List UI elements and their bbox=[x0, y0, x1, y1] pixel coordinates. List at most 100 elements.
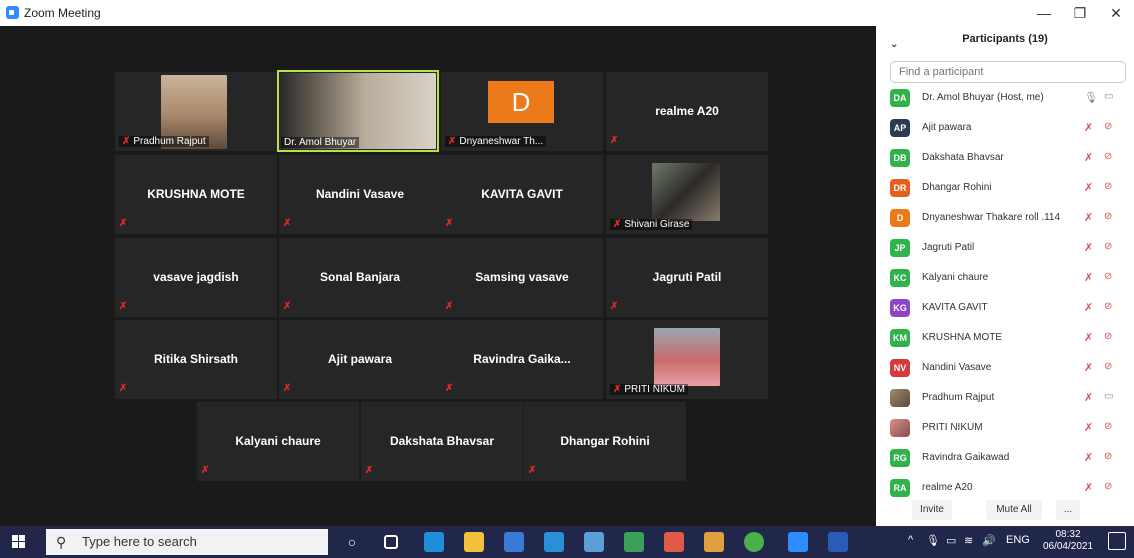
mic-muted-icon[interactable]: ✗ bbox=[1084, 121, 1093, 134]
video-tile[interactable]: Dhangar Rohini ✗ bbox=[524, 402, 686, 481]
mic-muted-icon[interactable]: ✗ bbox=[1084, 241, 1093, 254]
participant-search-input[interactable] bbox=[890, 61, 1126, 83]
video-off-icon[interactable]: ⊘ bbox=[1104, 331, 1112, 342]
video-off-icon[interactable]: ⊘ bbox=[1104, 301, 1112, 312]
mic-muted-icon[interactable]: ✗ bbox=[1084, 331, 1093, 344]
video-icon[interactable]: ▭ bbox=[1104, 91, 1113, 102]
video-off-icon[interactable]: ⊘ bbox=[1104, 211, 1112, 222]
tray-expand-icon[interactable]: ^ bbox=[908, 534, 913, 546]
app-icon[interactable] bbox=[664, 532, 684, 552]
windows-start-icon[interactable] bbox=[12, 535, 26, 549]
mic-muted-icon[interactable]: ✗ bbox=[1084, 301, 1093, 314]
participant-row[interactable]: DR Dhangar Rohini ✗ ⊘ bbox=[890, 177, 1126, 199]
minimize-button[interactable]: — bbox=[1030, 4, 1058, 22]
task-view-icon[interactable] bbox=[384, 535, 398, 549]
participant-row[interactable]: KC Kalyani chaure ✗ ⊘ bbox=[890, 267, 1126, 289]
participant-row[interactable]: AP Ajit pawara ✗ ⊘ bbox=[890, 117, 1126, 139]
participant-row[interactable]: KG KAVITA GAVIT ✗ ⊘ bbox=[890, 297, 1126, 319]
store-icon[interactable] bbox=[504, 532, 524, 552]
participant-row[interactable]: DA Dr. Amol Bhuyar (Host, me) 🎙 ▭ bbox=[890, 87, 1126, 109]
participant-row[interactable]: RG Ravindra Gaikawad ✗ ⊘ bbox=[890, 447, 1126, 469]
tile-name: PRITI NIKUM bbox=[624, 384, 685, 395]
mic-icon[interactable]: 🎙 bbox=[1084, 91, 1098, 104]
app-icon[interactable] bbox=[744, 532, 764, 552]
tile-name: realme A20 bbox=[655, 104, 719, 118]
photos-icon[interactable] bbox=[584, 532, 604, 552]
video-tile[interactable]: Jagruti Patil ✗ bbox=[606, 238, 768, 317]
participant-row[interactable]: JP Jagruti Patil ✗ ⊘ bbox=[890, 237, 1126, 259]
app-icon[interactable] bbox=[624, 532, 644, 552]
mic-muted-icon[interactable]: ✗ bbox=[1084, 181, 1093, 194]
gallery-view: ✗ Pradhum Rajput Dr. Amol Bhuyar D ✗ Dnyan… bbox=[0, 26, 876, 526]
video-tile[interactable]: ✗ Pradhum Rajput bbox=[115, 72, 277, 151]
video-tile[interactable]: Ritika Shirsath ✗ bbox=[115, 320, 277, 399]
video-off-icon[interactable]: ⊘ bbox=[1104, 241, 1112, 252]
video-tile[interactable]: Sonal Banjara ✗ bbox=[279, 238, 441, 317]
video-off-icon[interactable]: ⊘ bbox=[1104, 481, 1112, 492]
video-off-icon[interactable]: ⊘ bbox=[1104, 451, 1112, 462]
network-icon[interactable]: ≋ bbox=[964, 534, 973, 547]
video-off-icon[interactable]: ⊘ bbox=[1104, 271, 1112, 282]
video-tile[interactable]: KAVITA GAVIT ✗ bbox=[441, 155, 603, 234]
chevron-down-icon[interactable]: ⌄ bbox=[890, 32, 898, 58]
participant-row[interactable]: D Dnyaneshwar Thakare roll .114 ✗ ⊘ bbox=[890, 207, 1126, 229]
app-icon[interactable] bbox=[704, 532, 724, 552]
video-off-icon[interactable]: ⊘ bbox=[1104, 181, 1112, 192]
video-tile[interactable]: D ✗ Dnyaneshwar Th... bbox=[441, 72, 603, 151]
video-tile[interactable]: Ajit pawara ✗ bbox=[279, 320, 441, 399]
close-button[interactable]: ✕ bbox=[1102, 4, 1130, 22]
edge-icon[interactable] bbox=[424, 532, 444, 552]
participant-row[interactable]: RA realme A20 ✗ ⊘ bbox=[890, 477, 1126, 499]
video-off-icon[interactable]: ⊘ bbox=[1104, 121, 1112, 132]
video-tile[interactable]: vasave jagdish ✗ bbox=[115, 238, 277, 317]
notifications-icon[interactable] bbox=[1108, 532, 1126, 550]
mic-muted-icon[interactable]: ✗ bbox=[1084, 421, 1093, 434]
search-icon: ⚲ bbox=[56, 534, 67, 550]
video-tile-active-speaker[interactable]: Dr. Amol Bhuyar bbox=[277, 70, 439, 152]
video-tile[interactable]: realme A20 ✗ bbox=[606, 72, 768, 151]
invite-button[interactable]: Invite bbox=[912, 500, 952, 520]
taskbar-search-input[interactable]: ⚲ Type here to search bbox=[46, 529, 328, 555]
volume-icon[interactable]: 🔊 bbox=[982, 534, 996, 547]
mail-icon[interactable] bbox=[544, 532, 564, 552]
battery-icon[interactable]: ▭ bbox=[946, 534, 956, 547]
zoom-icon[interactable] bbox=[788, 532, 808, 552]
participant-row[interactable]: Pradhum Rajput ✗ ▭ bbox=[890, 387, 1126, 409]
participant-row[interactable]: KM KRUSHNA MOTE ✗ ⊘ bbox=[890, 327, 1126, 349]
avatar: AP bbox=[890, 119, 910, 137]
participant-name: KRUSHNA MOTE bbox=[922, 332, 1003, 343]
language-indicator[interactable]: ENG bbox=[1006, 534, 1030, 546]
participant-row[interactable]: PRITI NIKUM ✗ ⊘ bbox=[890, 417, 1126, 439]
video-off-icon[interactable]: ⊘ bbox=[1104, 361, 1112, 372]
video-tile[interactable]: Ravindra Gaika... ✗ bbox=[441, 320, 603, 399]
video-tile[interactable]: KRUSHNA MOTE ✗ bbox=[115, 155, 277, 234]
file-explorer-icon[interactable] bbox=[464, 532, 484, 552]
mic-muted-icon[interactable]: ✗ bbox=[1084, 451, 1093, 464]
video-off-icon[interactable]: ⊘ bbox=[1104, 151, 1112, 162]
word-icon[interactable] bbox=[828, 532, 848, 552]
mic-muted-icon[interactable]: ✗ bbox=[1084, 481, 1093, 494]
video-tile[interactable]: ✗ PRITI NIKUM bbox=[606, 320, 768, 399]
mute-all-button[interactable]: Mute All bbox=[986, 500, 1042, 520]
mic-muted-icon[interactable]: ✗ bbox=[1084, 151, 1093, 164]
video-tile[interactable]: Nandini Vasave ✗ bbox=[279, 155, 441, 234]
video-tile[interactable]: Kalyani chaure ✗ bbox=[197, 402, 359, 481]
participant-row[interactable]: DB Dakshata Bhavsar ✗ ⊘ bbox=[890, 147, 1126, 169]
mic-muted-icon[interactable]: ✗ bbox=[1084, 271, 1093, 284]
restore-button[interactable]: ❐ bbox=[1066, 4, 1094, 22]
participant-row[interactable]: NV Nandini Vasave ✗ ⊘ bbox=[890, 357, 1126, 379]
mic-muted-icon[interactable]: ✗ bbox=[1084, 211, 1093, 224]
cortana-icon[interactable]: ○ bbox=[342, 532, 362, 552]
video-tile[interactable]: Samsing vasave ✗ bbox=[441, 238, 603, 317]
video-icon[interactable]: ▭ bbox=[1104, 391, 1113, 402]
video-tile[interactable]: Dakshata Bhavsar ✗ bbox=[361, 402, 523, 481]
participant-name: KAVITA GAVIT bbox=[922, 302, 988, 313]
mic-muted-icon[interactable]: ✗ bbox=[1084, 391, 1093, 404]
mic-muted-icon[interactable]: ✗ bbox=[1084, 361, 1093, 374]
video-tile[interactable]: ✗ Shivani Girase bbox=[606, 155, 768, 234]
video-off-icon[interactable]: ⊘ bbox=[1104, 421, 1112, 432]
mic-muted-icon: ✗ bbox=[445, 383, 454, 394]
more-button[interactable]: ... bbox=[1056, 500, 1080, 520]
microphone-icon[interactable]: 🎙 bbox=[926, 534, 940, 547]
clock[interactable]: 08:32 06/04/2021 bbox=[1040, 529, 1096, 553]
